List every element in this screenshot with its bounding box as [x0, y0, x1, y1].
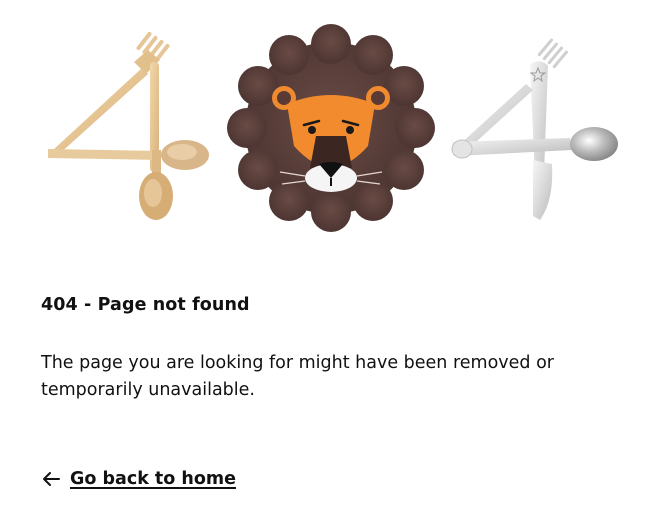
steel-cutlery-four-icon: [451, 38, 618, 220]
go-back-home-link[interactable]: Go back to home: [41, 464, 236, 494]
page-title: 404 - Page not found: [41, 295, 250, 315]
go-back-home-label: Go back to home: [70, 469, 236, 489]
error-illustration: [0, 0, 651, 240]
lion-cushion-icon: [227, 24, 435, 232]
error-message: The page you are looking for might have …: [41, 353, 554, 400]
arrow-left-icon: [41, 469, 61, 489]
wooden-utensils-four-icon: [48, 31, 209, 220]
